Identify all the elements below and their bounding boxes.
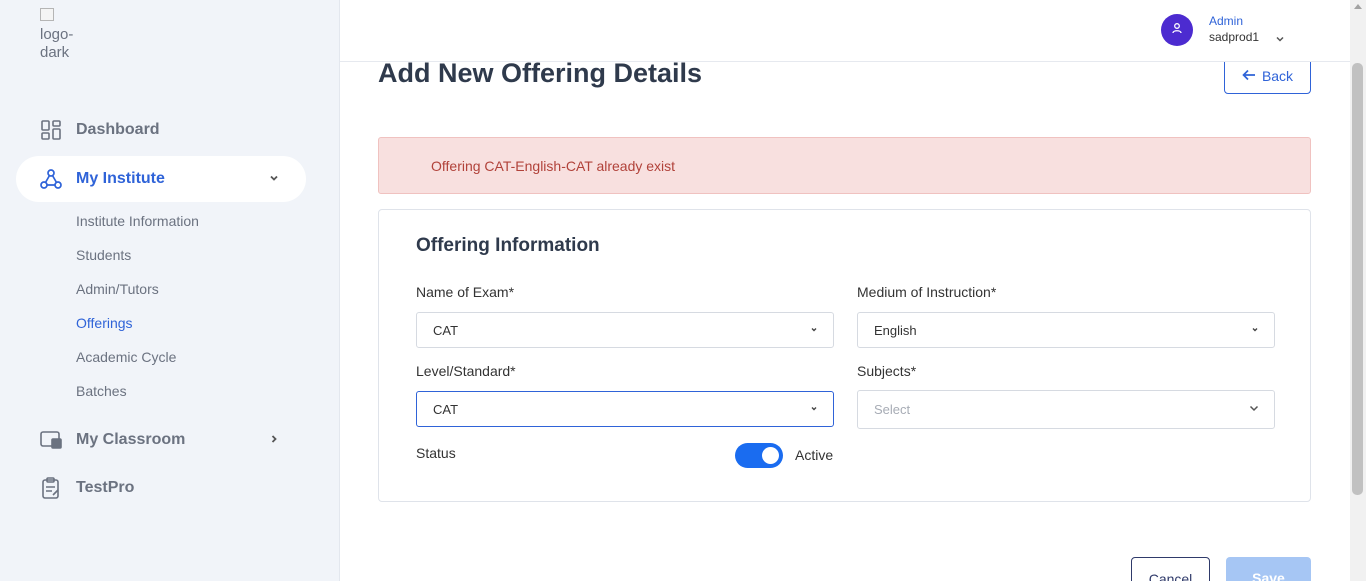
sidebar-subitem-offerings[interactable]: Offerings [76, 315, 133, 331]
exam-label: Name of Exam* [416, 284, 515, 300]
toggle-knob [762, 447, 779, 464]
sidebar-subitem-academic-cycle[interactable]: Academic Cycle [76, 349, 176, 365]
offering-information-card: Offering Information Name of Exam* CAT M… [378, 209, 1311, 502]
status-toggle[interactable] [735, 443, 783, 468]
sidebar-subitem-students[interactable]: Students [76, 247, 131, 263]
broken-image-icon [40, 8, 54, 21]
sidebar-item-dashboard[interactable]: Dashboard [16, 107, 306, 153]
subjects-select[interactable]: Select [857, 390, 1275, 429]
logo[interactable]: logo-dark [40, 8, 80, 58]
institute-icon [40, 168, 62, 190]
level-select-value: CAT [433, 401, 459, 417]
top-bar: Admin sadprod1 [340, 0, 1350, 62]
cancel-button[interactable]: Cancel [1131, 557, 1210, 581]
scrollbar[interactable] [1350, 0, 1366, 581]
status-label: Status [416, 445, 456, 461]
classroom-icon [40, 429, 62, 451]
page-title: Add New Offering Details [378, 58, 703, 88]
logo-alt-text: logo-dark [40, 26, 74, 58]
subjects-placeholder: Select [874, 402, 911, 417]
error-alert-text: Offering CAT-English-CAT already exist [431, 158, 676, 174]
back-label: Back [1261, 67, 1294, 84]
sidebar: logo-dark Dashboard My Institute Institu… [0, 0, 340, 581]
level-label: Level/Standard* [416, 363, 516, 379]
sidebar-item-my-institute[interactable]: My Institute [16, 156, 306, 202]
medium-select[interactable]: English [857, 312, 1275, 348]
sidebar-item-label: My Institute [76, 170, 165, 187]
medium-label: Medium of Instruction* [857, 284, 997, 300]
testpro-icon [40, 477, 62, 499]
sidebar-item-label: My Classroom [76, 431, 186, 448]
sidebar-subitem-batches[interactable]: Batches [76, 383, 127, 399]
save-button[interactable]: Save [1226, 557, 1311, 581]
user-icon [1171, 21, 1183, 39]
sidebar-subitem-admin-tutors[interactable]: Admin/Tutors [76, 281, 159, 297]
arrow-left-icon [1242, 68, 1256, 84]
chevron-right-icon [268, 432, 280, 450]
chevron-down-icon [809, 402, 819, 417]
scroll-up-arrow[interactable] [1354, 4, 1362, 9]
avatar[interactable] [1161, 14, 1193, 46]
subjects-label: Subjects* [857, 363, 917, 379]
sidebar-item-label: TestPro [76, 479, 135, 496]
chevron-down-icon [268, 171, 280, 189]
exam-select[interactable]: CAT [416, 312, 834, 348]
user-name[interactable]: sadprod1 [1209, 30, 1259, 44]
section-title: Offering Information [416, 235, 600, 256]
error-alert: Offering CAT-English-CAT already exist [378, 137, 1311, 194]
status-value: Active [795, 447, 834, 463]
sidebar-subitem-institute-information[interactable]: Institute Information [76, 213, 199, 229]
user-role: Admin [1209, 14, 1244, 28]
scroll-thumb[interactable] [1352, 63, 1363, 495]
dashboard-icon [40, 119, 62, 141]
chevron-down-icon [809, 323, 819, 338]
level-select[interactable]: CAT [416, 391, 834, 427]
sidebar-item-testpro[interactable]: TestPro [16, 465, 306, 511]
exam-select-value: CAT [433, 322, 459, 338]
back-button[interactable]: Back [1224, 57, 1311, 94]
sidebar-item-my-classroom[interactable]: My Classroom [16, 417, 306, 463]
sidebar-item-label: Dashboard [76, 121, 160, 138]
medium-select-value: English [874, 322, 917, 338]
chevron-down-icon[interactable] [1275, 31, 1285, 49]
chevron-down-icon [1248, 402, 1260, 417]
chevron-down-icon [1250, 323, 1260, 338]
